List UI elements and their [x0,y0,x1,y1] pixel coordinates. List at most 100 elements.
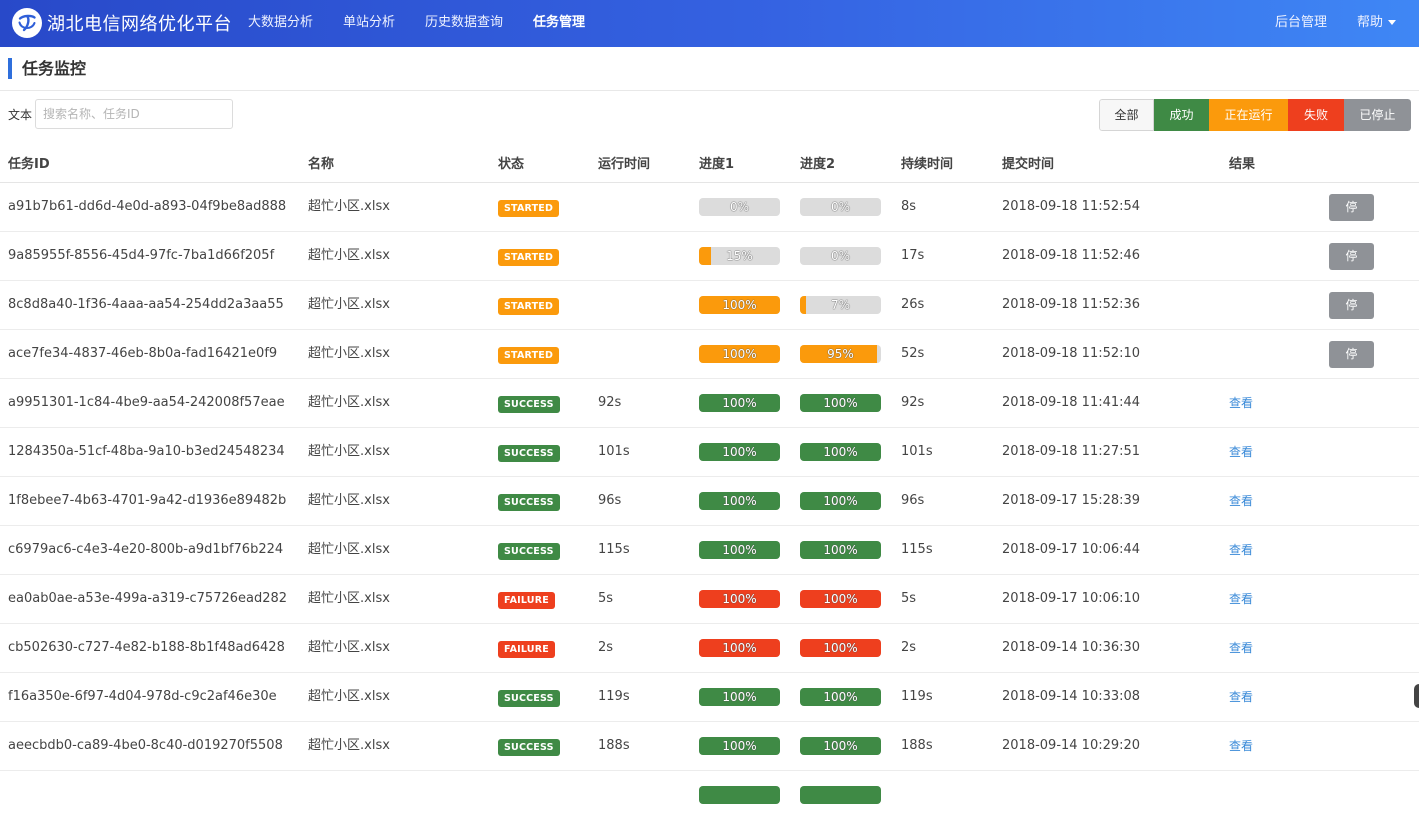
submitted-time: 2018-09-18 11:52:10 [1002,346,1141,361]
view-result-link[interactable]: 查看 [1229,477,1253,525]
duration: 17s [901,248,925,263]
progress-text: 100% [823,543,858,557]
nav-admin[interactable]: 后台管理 [1260,0,1342,47]
task-name: 超忙小区.xlsx [308,640,390,655]
stop-button[interactable]: 停 [1329,341,1374,368]
task-id: f16a350e-6f97-4d04-978d-c9c2af46e30e [8,689,277,704]
run-time: 101s [598,444,630,459]
progress-bar-2: 100% [800,688,881,706]
nav-item-2[interactable]: 历史数据查询 [410,0,518,47]
progress-bar-1: 100% [699,639,780,657]
run-time: 119s [598,689,630,704]
progress-text: 100% [722,445,757,459]
submitted-time: 2018-09-14 10:36:30 [1002,640,1141,655]
filter-all-button[interactable]: 全部 [1099,99,1154,131]
duration: 96s [901,493,925,508]
filter-running-button[interactable]: 正在运行 [1209,99,1288,131]
progress-bar-2 [800,786,881,804]
task-name: 超忙小区.xlsx [308,346,390,361]
progress-text: 100% [722,298,757,312]
progress-text: 100% [722,396,757,410]
scroll-handle[interactable] [1414,684,1419,708]
app-title: 湖北电信网络优化平台 [47,14,232,35]
progress-bar-1: 100% [699,541,780,559]
column-run-time-header: 运行时间 [598,157,651,172]
nav-help-dropdown[interactable]: 帮助 [1342,0,1411,47]
progress-bar-2: 100% [800,737,881,755]
progress-text: 100% [823,690,858,704]
filter-stopped-button[interactable]: 已停止 [1344,99,1411,131]
progress-bar-1: 100% [699,590,780,608]
section-header: 任务监控 [0,47,1419,91]
nav-item-3[interactable]: 任务管理 [518,0,600,47]
filter-success-button[interactable]: 成功 [1154,99,1209,131]
section-accent-bar [8,58,12,79]
progress-fill [800,786,881,804]
task-id: 8c8d8a40-1f36-4aaa-aa54-254dd2a3aa55 [8,297,284,312]
nav-item-1[interactable]: 单站分析 [328,0,410,47]
duration: 2s [901,640,917,655]
progress-bar-2: 100% [800,541,881,559]
progress-bar-2: 0% [800,247,881,265]
progress-fill [699,786,780,804]
task-name: 超忙小区.xlsx [308,199,390,214]
progress-text: 100% [722,494,757,508]
nav-help-label: 帮助 [1356,15,1383,30]
submitted-time: 2018-09-14 10:33:08 [1002,689,1141,704]
progress-bar-2: 0% [800,198,881,216]
status-badge: STARTED [498,200,560,217]
view-result-link[interactable]: 查看 [1229,624,1253,672]
progress-text: 0% [830,249,851,263]
submitted-time: 2018-09-18 11:52:46 [1002,248,1141,263]
view-result-link[interactable]: 查看 [1229,673,1253,721]
progress-text: 100% [722,543,757,557]
status-badge: SUCCESS [498,739,560,756]
task-name: 超忙小区.xlsx [308,395,390,410]
search-input[interactable] [35,99,233,129]
progress-bar-1: 100% [699,394,780,412]
progress-text: 100% [722,347,757,361]
progress-text: 7% [830,298,851,312]
stop-button[interactable]: 停 [1329,243,1374,270]
table-row: ea0ab0ae-a53e-499a-a319-c75726ead282 超忙小区… [0,575,1419,624]
task-name: 超忙小区.xlsx [308,738,390,753]
progress-text: 0% [729,200,750,214]
status-badge: SUCCESS [498,690,560,707]
task-id: c6979ac6-c4e3-4e20-800b-a9d1bf76b224 [8,542,284,557]
column-submitted-header: 提交时间 [1002,157,1055,172]
run-time: 5s [598,591,614,606]
view-result-link[interactable]: 查看 [1229,722,1253,770]
table-row: a9951301-1c84-4be9-aa54-242008f57eae 超忙小区… [0,379,1419,428]
progress-bar-2: 100% [800,639,881,657]
submitted-time: 2018-09-14 10:29:20 [1002,738,1141,753]
view-result-link[interactable]: 查看 [1229,575,1253,623]
progress-text: 100% [823,739,858,753]
task-id: cb502630-c727-4e82-b188-8b1f48ad6428 [8,640,285,655]
table-row: aeecbdb0-ca89-4be0-8c40-d019270f5508 超忙小区… [0,722,1419,771]
progress-text: 100% [823,592,858,606]
status-badge: SUCCESS [498,543,560,560]
view-result-link[interactable]: 查看 [1229,526,1253,574]
table-row: f16a350e-6f97-4d04-978d-c9c2af46e30e 超忙小区… [0,673,1419,722]
submitted-time: 2018-09-18 11:41:44 [1002,395,1141,410]
nav-item-0[interactable]: 大数据分析 [233,0,328,47]
column-result-header: 结果 [1229,157,1256,172]
task-id: 1f8ebee7-4b63-4701-9a42-d1936e89482b [8,493,287,508]
view-result-link[interactable]: 查看 [1229,379,1253,427]
progress-bar-1: 0% [699,198,780,216]
task-id: ace7fe34-4837-46eb-8b0a-fad16421e0f9 [8,346,278,361]
status-badge: FAILURE [498,641,555,658]
filter-failure-button[interactable]: 失败 [1288,99,1344,131]
column-progress-2-header: 进度2 [800,157,836,172]
progress-text: 100% [722,592,757,606]
view-result-link[interactable]: 查看 [1229,428,1253,476]
submitted-time: 2018-09-17 10:06:10 [1002,591,1141,606]
table-row: ace7fe34-4837-46eb-8b0a-fad16421e0f9 超忙小区… [0,330,1419,379]
progress-bar-2: 100% [800,590,881,608]
duration: 115s [901,542,933,557]
stop-button[interactable]: 停 [1329,194,1374,221]
status-badge: SUCCESS [498,396,560,413]
stop-button[interactable]: 停 [1329,292,1374,319]
brand[interactable]: 湖北电信网络优化平台 [12,7,232,39]
main-nav: 大数据分析 单站分析 历史数据查询 任务管理 [233,0,600,47]
